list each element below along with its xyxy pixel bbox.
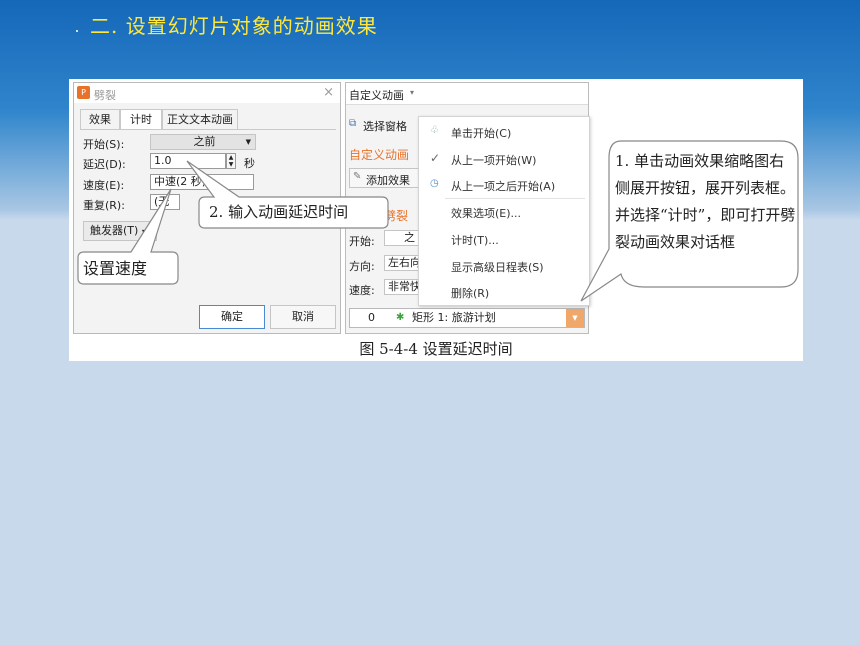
figure-caption: 图 5-4-4 设置延迟时间 bbox=[359, 340, 513, 358]
decorative-dot bbox=[76, 30, 78, 32]
instruction-callout-text: 1. 单击动画效果缩略图右侧展开按钮，展开列表框。并选择“计时”，即可打开劈裂动… bbox=[615, 152, 796, 251]
delay-callout-text: 2. 输入动画延迟时间 bbox=[209, 203, 349, 221]
figure-screenshot: P 劈裂 × 效果 计时 正文文本动画 开始(S): 之前 ▼ 延迟(D): 1… bbox=[69, 79, 803, 361]
speed-callout-text: 设置速度 bbox=[83, 259, 148, 278]
slide-title: 二. 设置幻灯片对象的动画效果 bbox=[90, 14, 378, 38]
